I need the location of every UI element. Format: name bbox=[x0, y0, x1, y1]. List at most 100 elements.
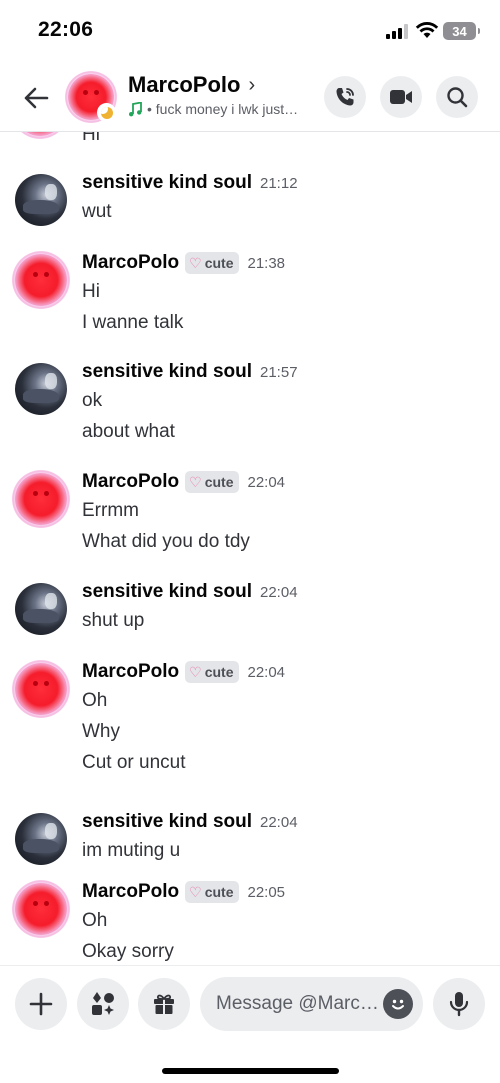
message-avatar[interactable] bbox=[12, 880, 70, 938]
message-header: sensitive kind soul 21:12 bbox=[82, 172, 298, 194]
message-header: MarcoPolo ♡ cute 22:04 bbox=[82, 471, 285, 493]
message-author[interactable]: MarcoPolo bbox=[82, 881, 179, 903]
idle-status-icon bbox=[97, 103, 116, 122]
channel-header: MarcoPolo › • fuck money i lwk just… bbox=[0, 62, 500, 132]
message-timestamp: 21:12 bbox=[260, 174, 298, 192]
tag-label: cute bbox=[204, 255, 234, 271]
message-author[interactable]: sensitive kind soul bbox=[82, 581, 252, 603]
video-camera-icon bbox=[390, 90, 412, 104]
home-indicator[interactable] bbox=[162, 1068, 339, 1074]
custom-status: • fuck money i lwk just… bbox=[128, 101, 298, 117]
emoji-button[interactable] bbox=[383, 989, 413, 1019]
avatar-face bbox=[33, 491, 49, 503]
message-avatar[interactable] bbox=[15, 813, 67, 865]
message-text[interactable]: Cut or uncut bbox=[82, 752, 186, 774]
gift-icon bbox=[154, 994, 174, 1014]
message-author[interactable]: sensitive kind soul bbox=[82, 172, 252, 194]
message-timestamp: 22:04 bbox=[247, 663, 286, 681]
avatar-face bbox=[33, 681, 49, 693]
message-input-container[interactable] bbox=[200, 977, 423, 1031]
message-text[interactable]: about what bbox=[82, 421, 175, 443]
message-text[interactable]: I wanne talk bbox=[82, 312, 183, 334]
message-timestamp: 22:04 bbox=[260, 813, 298, 831]
message-header: sensitive kind soul 21:57 bbox=[82, 361, 298, 383]
video-call-button[interactable] bbox=[380, 76, 422, 118]
partial-avatar bbox=[14, 132, 68, 140]
message-author[interactable]: MarcoPolo bbox=[82, 661, 179, 683]
header-username[interactable]: MarcoPolo › bbox=[128, 72, 255, 98]
heart-icon: ♡ bbox=[189, 883, 202, 900]
message-author[interactable]: sensitive kind soul bbox=[82, 811, 252, 833]
message-text[interactable]: Oh bbox=[82, 910, 107, 932]
message-author[interactable]: sensitive kind soul bbox=[82, 361, 252, 383]
battery-icon: 34 bbox=[443, 22, 480, 40]
music-note-icon bbox=[129, 101, 142, 116]
arrow-left-icon bbox=[24, 87, 49, 109]
avatar-face bbox=[33, 272, 49, 284]
message-composer bbox=[0, 965, 500, 1083]
gift-button[interactable] bbox=[138, 978, 190, 1030]
search-icon bbox=[447, 87, 468, 108]
wifi-icon bbox=[415, 22, 439, 38]
microphone-icon bbox=[449, 992, 469, 1017]
message-avatar[interactable] bbox=[15, 583, 67, 635]
phone-icon bbox=[336, 88, 354, 106]
heart-icon: ♡ bbox=[189, 663, 202, 680]
plus-icon bbox=[29, 992, 53, 1016]
message-text[interactable]: Errmm bbox=[82, 500, 139, 522]
message-text[interactable]: Okay sorry bbox=[82, 941, 174, 963]
heart-icon: ♡ bbox=[189, 254, 202, 271]
message-timestamp: 22:04 bbox=[247, 473, 286, 491]
add-attachment-button[interactable] bbox=[15, 978, 67, 1030]
message-author[interactable]: MarcoPolo bbox=[82, 252, 179, 274]
heart-icon: ♡ bbox=[189, 473, 202, 490]
smiley-icon bbox=[392, 999, 404, 1010]
apps-button[interactable] bbox=[77, 978, 129, 1030]
back-button[interactable] bbox=[18, 80, 54, 116]
server-tag[interactable]: ♡ cute bbox=[185, 252, 240, 274]
message-text[interactable]: Hi bbox=[82, 281, 100, 303]
status-bar: 22:06 34 bbox=[0, 0, 500, 62]
message-author[interactable]: MarcoPolo bbox=[82, 471, 179, 493]
message-text[interactable]: shut up bbox=[82, 610, 144, 632]
message-text[interactable]: ok bbox=[82, 390, 102, 412]
message-text[interactable]: Why bbox=[82, 721, 120, 743]
partial-message-text: Hi bbox=[82, 132, 100, 145]
message-header: MarcoPolo ♡ cute 22:04 bbox=[82, 661, 285, 683]
voice-message-button[interactable] bbox=[433, 978, 485, 1030]
message-avatar[interactable] bbox=[12, 251, 70, 309]
message-text[interactable]: wut bbox=[82, 201, 112, 223]
tag-label: cute bbox=[204, 884, 234, 900]
avatar-face bbox=[83, 90, 99, 102]
message-text[interactable]: Oh bbox=[82, 690, 107, 712]
voice-call-button[interactable] bbox=[324, 76, 366, 118]
message-text[interactable]: What did you do tdy bbox=[82, 531, 250, 553]
tag-label: cute bbox=[204, 474, 234, 490]
message-header: MarcoPolo ♡ cute 21:38 bbox=[82, 252, 285, 274]
message-text[interactable]: im muting u bbox=[82, 840, 180, 862]
message-header: sensitive kind soul 22:04 bbox=[82, 811, 298, 833]
tag-label: cute bbox=[204, 664, 234, 680]
message-list[interactable]: Hi sensitive kind soul 21:12 wut MarcoPolo ♡… bbox=[0, 132, 500, 965]
message-avatar[interactable] bbox=[12, 660, 70, 718]
server-tag[interactable]: ♡ cute bbox=[185, 881, 240, 903]
message-avatar[interactable] bbox=[15, 174, 67, 226]
activity-text: • fuck money i lwk just… bbox=[147, 101, 299, 117]
username-text: MarcoPolo bbox=[128, 72, 241, 97]
message-avatar[interactable] bbox=[15, 363, 67, 415]
message-timestamp: 21:38 bbox=[247, 254, 286, 272]
search-button[interactable] bbox=[436, 76, 478, 118]
message-input[interactable] bbox=[216, 977, 381, 1031]
server-tag[interactable]: ♡ cute bbox=[185, 661, 240, 683]
chevron-right-icon: › bbox=[248, 73, 256, 96]
server-tag[interactable]: ♡ cute bbox=[185, 471, 240, 493]
header-avatar[interactable] bbox=[65, 71, 117, 123]
avatar-face bbox=[33, 901, 49, 913]
message-timestamp: 21:57 bbox=[260, 363, 298, 381]
cellular-signal-icon bbox=[386, 24, 408, 39]
message-timestamp: 22:05 bbox=[247, 883, 286, 901]
message-header: MarcoPolo ♡ cute 22:05 bbox=[82, 881, 285, 903]
status-time: 22:06 bbox=[38, 18, 94, 41]
message-avatar[interactable] bbox=[12, 470, 70, 528]
apps-icon bbox=[92, 992, 114, 1015]
